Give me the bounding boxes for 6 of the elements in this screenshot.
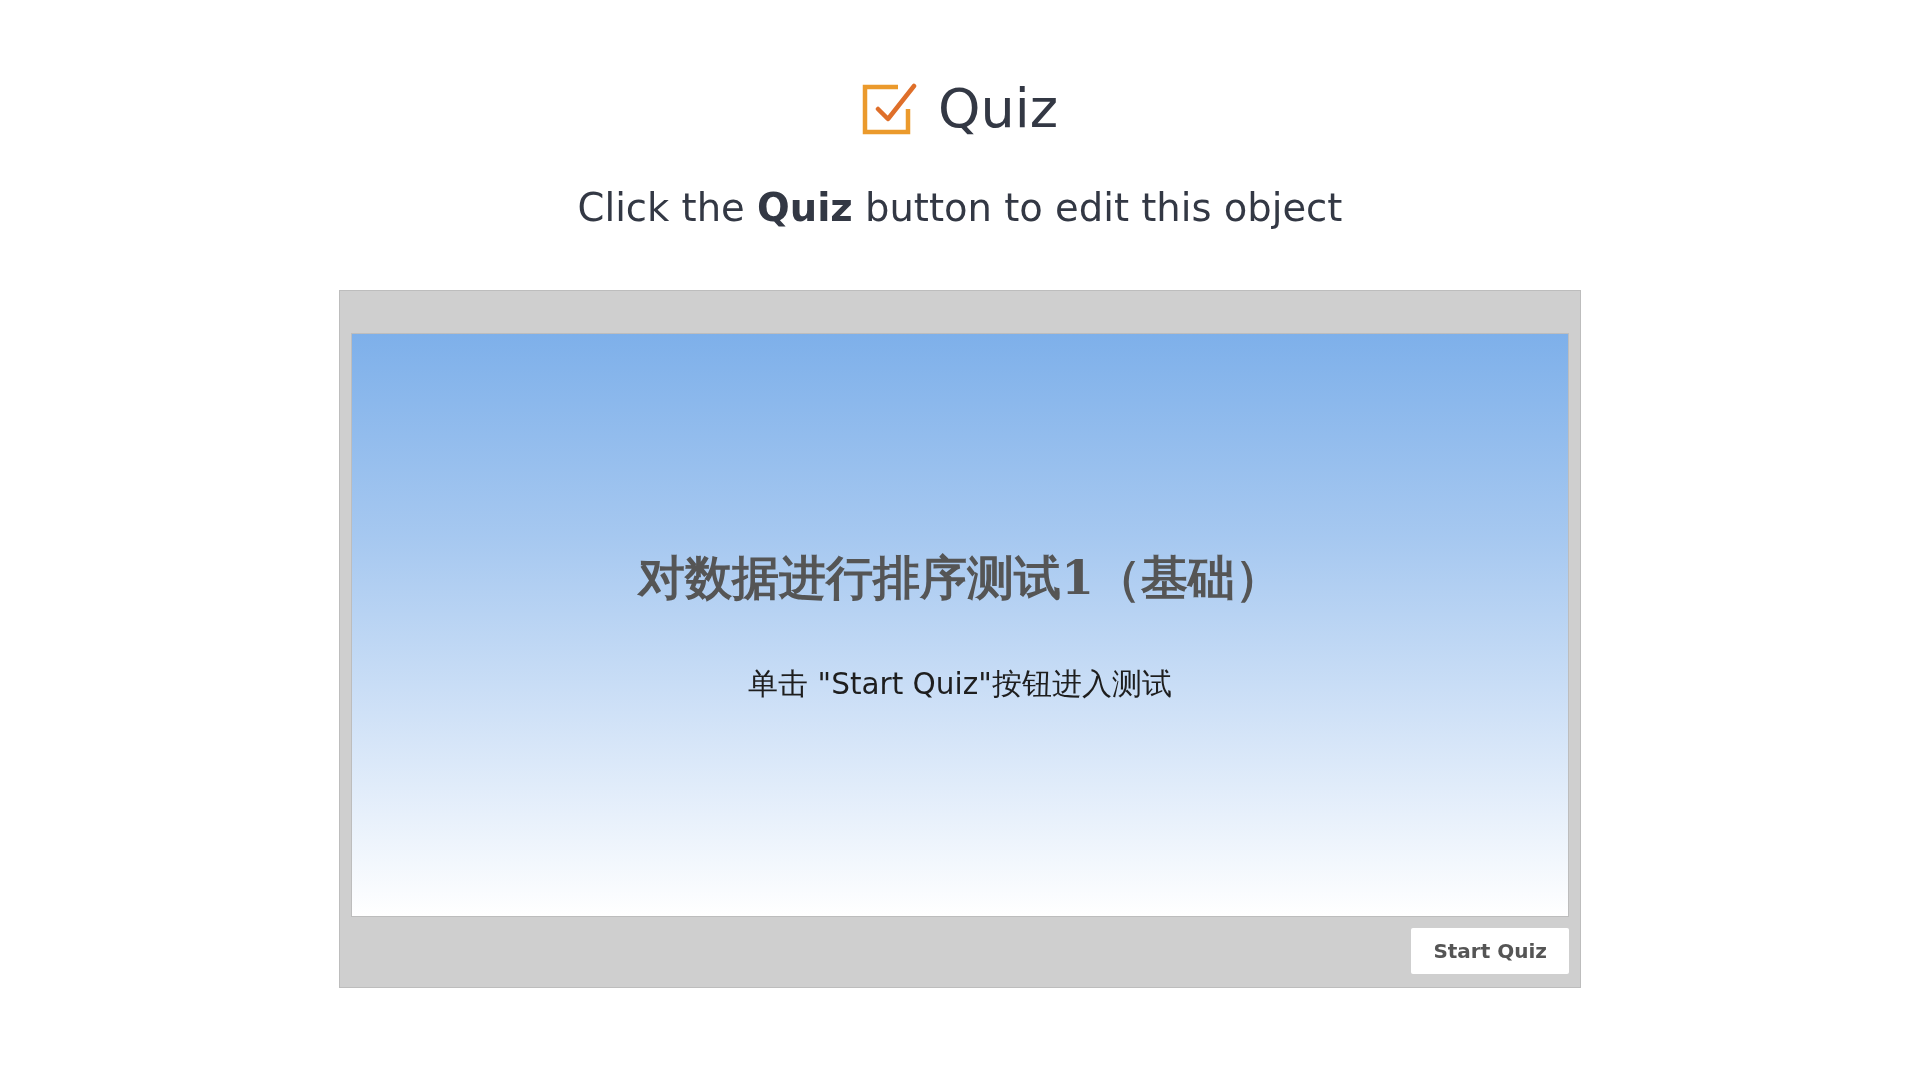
- slide-instruction: 单击 "Start Quiz"按钮进入测试: [748, 666, 1172, 703]
- start-quiz-button[interactable]: Start Quiz: [1411, 928, 1569, 974]
- quiz-title: Quiz: [937, 76, 1059, 142]
- slide-title: 对数据进行排序测试1（基础）: [638, 549, 1282, 607]
- checkbox-tick-icon: [861, 83, 918, 135]
- edit-instruction: Click the Quiz button to edit this object: [577, 184, 1343, 232]
